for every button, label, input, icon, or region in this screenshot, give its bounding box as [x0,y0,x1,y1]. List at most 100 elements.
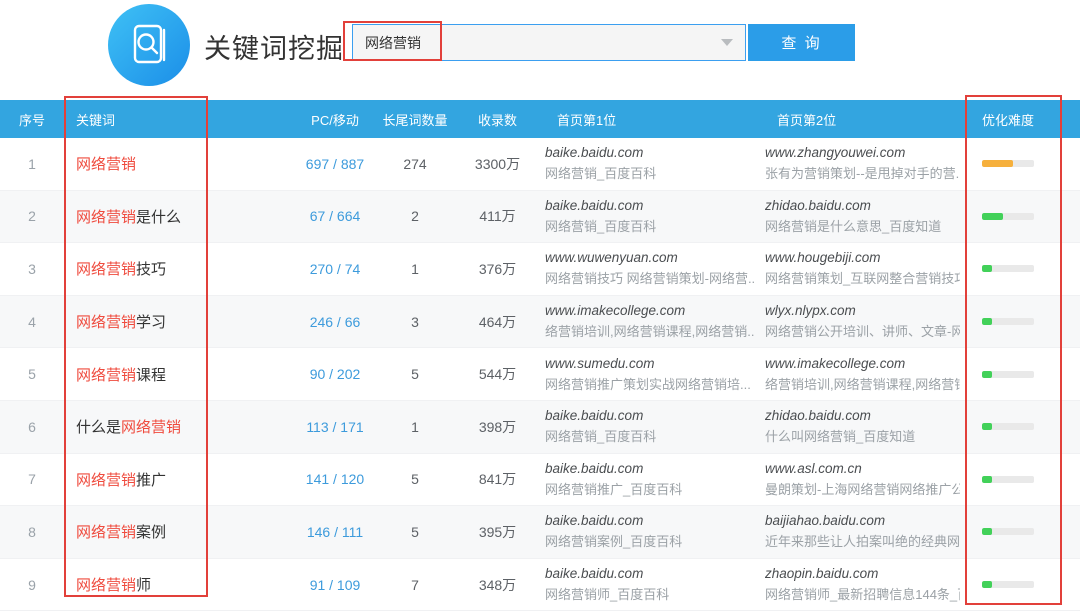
keyword-cell[interactable]: 网络营销案例 [64,521,290,542]
difficulty-cell [970,476,1080,483]
difficulty-cell [970,371,1080,378]
second-position-domain: wlyx.nlypx.com [765,303,960,318]
longtail-count-cell: 1 [380,261,450,277]
first-position-domain: baike.baidu.com [545,566,755,581]
row-index: 5 [0,366,64,382]
first-position-domain: www.imakecollege.com [545,303,755,318]
difficulty-bar-fill [982,265,992,272]
second-position-title: 络营销培训,网络营销课程,网络营销.. [765,374,960,393]
keyword-cell[interactable]: 网络营销是什么 [64,206,290,227]
table-row: 5 网络营销课程 90 / 202 5 544万 www.sumedu.com … [0,348,1080,401]
second-position-title: 网络营销策划_互联网整合营销技巧.. [765,268,960,287]
difficulty-bar-track [982,476,1034,483]
first-position-cell: baike.baidu.com 网络营销_百度百科 [545,145,765,182]
pc-mobile-cell[interactable]: 697 / 887 [290,156,380,172]
longtail-count-cell: 2 [380,208,450,224]
difficulty-bar-fill [982,581,992,588]
second-position-cell: zhaopin.baidu.com 网络营销师_最新招聘信息144条_百.. [765,566,970,603]
second-position-cell: baijiahao.baidu.com 近年来那些让人拍案叫绝的经典网... [765,513,970,550]
longtail-count-cell: 1 [380,419,450,435]
first-position-domain: baike.baidu.com [545,513,755,528]
first-position-cell: www.sumedu.com 网络营销推广策划实战网络营销培... [545,356,765,393]
keyword-cell[interactable]: 网络营销推广 [64,469,290,490]
first-position-cell: baike.baidu.com 网络营销_百度百科 [545,408,765,445]
second-position-domain: zhidao.baidu.com [765,408,960,423]
difficulty-bar-fill [982,476,992,483]
column-header-index: 序号 [0,110,64,129]
second-position-title: 网络营销是什么意思_百度知道 [765,216,960,235]
pc-mobile-cell[interactable]: 270 / 74 [290,261,380,277]
longtail-count-cell: 7 [380,577,450,593]
first-position-title: 网络营销技巧 网络营销策划-网络营.. [545,268,755,287]
column-header-keyword: 关键词 [64,110,290,129]
first-position-domain: baike.baidu.com [545,408,755,423]
keyword-cell[interactable]: 网络营销学习 [64,311,290,332]
table-row: 4 网络营销学习 246 / 66 3 464万 www.imakecolleg… [0,296,1080,349]
row-index: 7 [0,471,64,487]
pc-mobile-cell[interactable]: 91 / 109 [290,577,380,593]
keyword-cell[interactable]: 网络营销课程 [64,364,290,385]
pc-mobile-cell[interactable]: 113 / 171 [290,419,380,435]
chevron-down-icon[interactable] [721,39,733,46]
difficulty-bar-track [982,213,1034,220]
difficulty-bar-fill [982,213,1003,220]
row-index: 3 [0,261,64,277]
first-position-title: 网络营销_百度百科 [545,163,755,182]
first-position-cell: baike.baidu.com 网络营销师_百度百科 [545,566,765,603]
table-row: 1 网络营销 697 / 887 274 3300万 baike.baidu.c… [0,138,1080,191]
second-position-cell: www.hougebiji.com 网络营销策划_互联网整合营销技巧.. [765,250,970,287]
second-position-cell: www.zhangyouwei.com 张有为营销策划--是甩掉对手的营... [765,145,970,182]
longtail-count-cell: 3 [380,314,450,330]
first-position-cell: baike.baidu.com 网络营销_百度百科 [545,198,765,235]
second-position-cell: www.asl.com.cn 曼朗策划-上海网络营销网络推广公.. [765,461,970,498]
first-position-cell: baike.baidu.com 网络营销推广_百度百科 [545,461,765,498]
pc-mobile-cell[interactable]: 246 / 66 [290,314,380,330]
keyword-cell[interactable]: 网络营销师 [64,574,290,595]
first-position-title: 网络营销推广策划实战网络营销培... [545,374,755,393]
difficulty-bar-track [982,160,1034,167]
first-position-domain: baike.baidu.com [545,461,755,476]
second-position-title: 什么叫网络营销_百度知道 [765,426,960,445]
second-position-cell: wlyx.nlypx.com 网络营销公开培训、讲师、文章-网.. [765,303,970,340]
indexed-count-cell: 395万 [450,522,545,542]
longtail-count-cell: 5 [380,471,450,487]
pc-mobile-cell[interactable]: 90 / 202 [290,366,380,382]
indexed-count-cell: 3300万 [450,154,545,174]
difficulty-cell [970,318,1080,325]
keyword-mining-icon [108,4,190,86]
row-index: 1 [0,156,64,172]
keyword-cell[interactable]: 网络营销 [64,153,290,174]
query-button[interactable]: 查 询 [748,24,855,61]
indexed-count-cell: 464万 [450,312,545,332]
indexed-count-cell: 411万 [450,206,545,226]
difficulty-bar-track [982,423,1034,430]
second-position-title: 网络营销师_最新招聘信息144条_百.. [765,584,960,603]
column-header-indexed-count: 收录数 [450,110,545,129]
keyword-cell[interactable]: 网络营销技巧 [64,258,290,279]
difficulty-cell [970,160,1080,167]
row-index: 4 [0,314,64,330]
first-position-domain: baike.baidu.com [545,198,755,213]
difficulty-bar-fill [982,160,1013,167]
table-row: 2 网络营销是什么 67 / 664 2 411万 baike.baidu.co… [0,191,1080,244]
row-index: 6 [0,419,64,435]
column-header-pc-mobile: PC/移动 [290,110,380,129]
second-position-domain: zhidao.baidu.com [765,198,960,213]
first-position-title: 网络营销_百度百科 [545,216,755,235]
table-header-row: 序号 关键词 PC/移动 长尾词数量 收录数 首页第1位 首页第2位 优化难度 [0,100,1080,138]
keyword-search-input[interactable]: 网络营销 [352,24,746,61]
pc-mobile-cell[interactable]: 141 / 120 [290,471,380,487]
pc-mobile-cell[interactable]: 67 / 664 [290,208,380,224]
second-position-title: 张有为营销策划--是甩掉对手的营... [765,163,960,182]
pc-mobile-cell[interactable]: 146 / 111 [290,524,380,540]
keyword-cell[interactable]: 什么是网络营销 [64,416,290,437]
longtail-count-cell: 5 [380,524,450,540]
second-position-title: 曼朗策划-上海网络营销网络推广公.. [765,479,960,498]
first-position-domain: www.sumedu.com [545,356,755,371]
search-input-value[interactable]: 网络营销 [365,33,721,53]
column-header-difficulty: 优化难度 [970,110,1080,129]
difficulty-bar-track [982,265,1034,272]
difficulty-cell [970,581,1080,588]
second-position-domain: zhaopin.baidu.com [765,566,960,581]
table-row: 9 网络营销师 91 / 109 7 348万 baike.baidu.com … [0,559,1080,612]
